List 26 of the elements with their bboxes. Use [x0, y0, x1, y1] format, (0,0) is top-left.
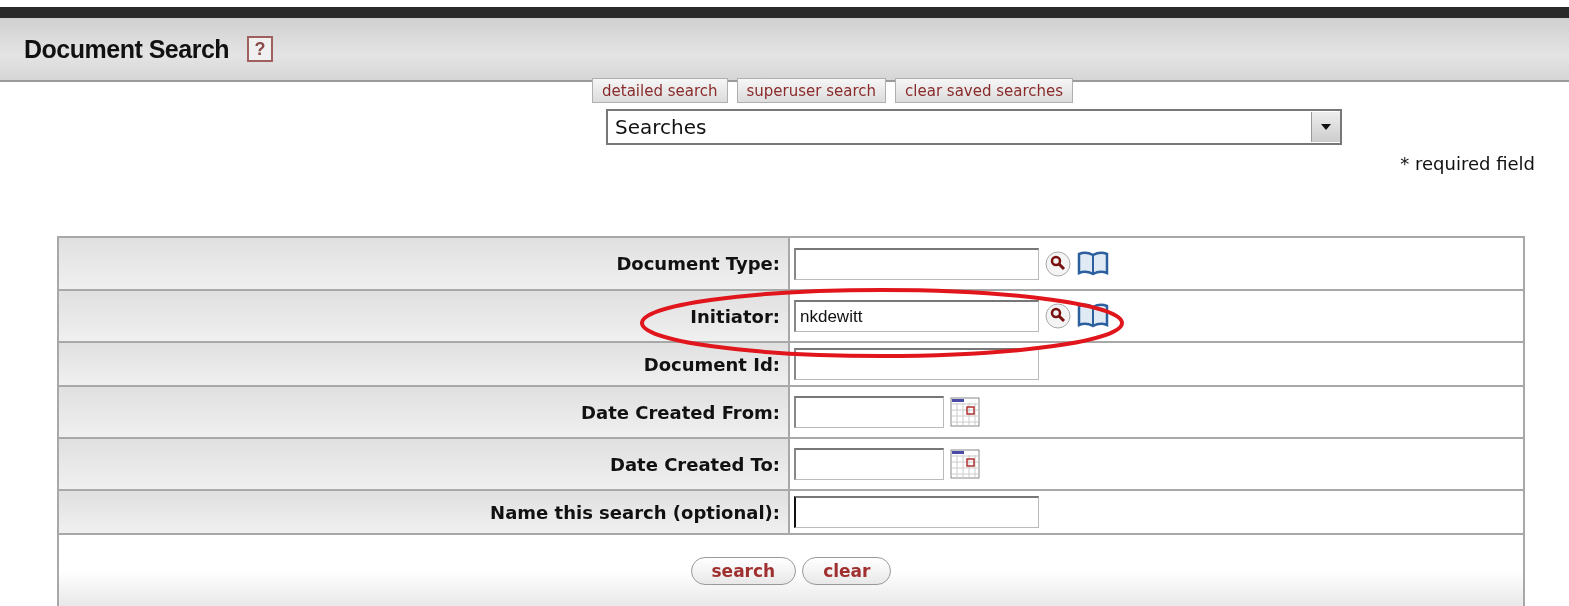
book-icon[interactable]	[1077, 250, 1109, 277]
calendar-icon[interactable]	[950, 397, 980, 427]
tab-button[interactable]: superuser search	[736, 78, 887, 103]
saved-searches-dropdown[interactable]: Searches	[606, 109, 1342, 145]
date-field[interactable]	[794, 396, 944, 428]
date-field[interactable]	[794, 448, 944, 480]
field-label: Document Id:	[58, 342, 789, 386]
search-icon[interactable]	[1045, 303, 1071, 329]
tab-button[interactable]: clear saved searches	[895, 78, 1074, 103]
search-icon[interactable]	[1045, 250, 1071, 277]
required-note: * required field	[1399, 153, 1536, 174]
field-label: Initiator:	[58, 290, 789, 342]
tab-button[interactable]: detailed search	[592, 78, 728, 103]
help-button[interactable]: ?	[247, 36, 274, 62]
page-title: Document Search	[24, 34, 230, 64]
action-button[interactable]: clear	[802, 557, 892, 585]
field-label: Date Created From:	[58, 386, 789, 438]
calendar-icon[interactable]	[950, 449, 980, 479]
input-field[interactable]	[794, 496, 1039, 528]
field-label: Name this search (optional):	[58, 490, 789, 534]
dropdown-arrow-icon	[1320, 123, 1332, 131]
field-label: Date Created To:	[58, 438, 789, 490]
field-label: Document Type:	[58, 237, 789, 290]
input-field[interactable]: nkdewitt	[794, 300, 1039, 332]
action-button[interactable]: search	[690, 557, 797, 585]
input-field[interactable]	[794, 247, 1039, 280]
